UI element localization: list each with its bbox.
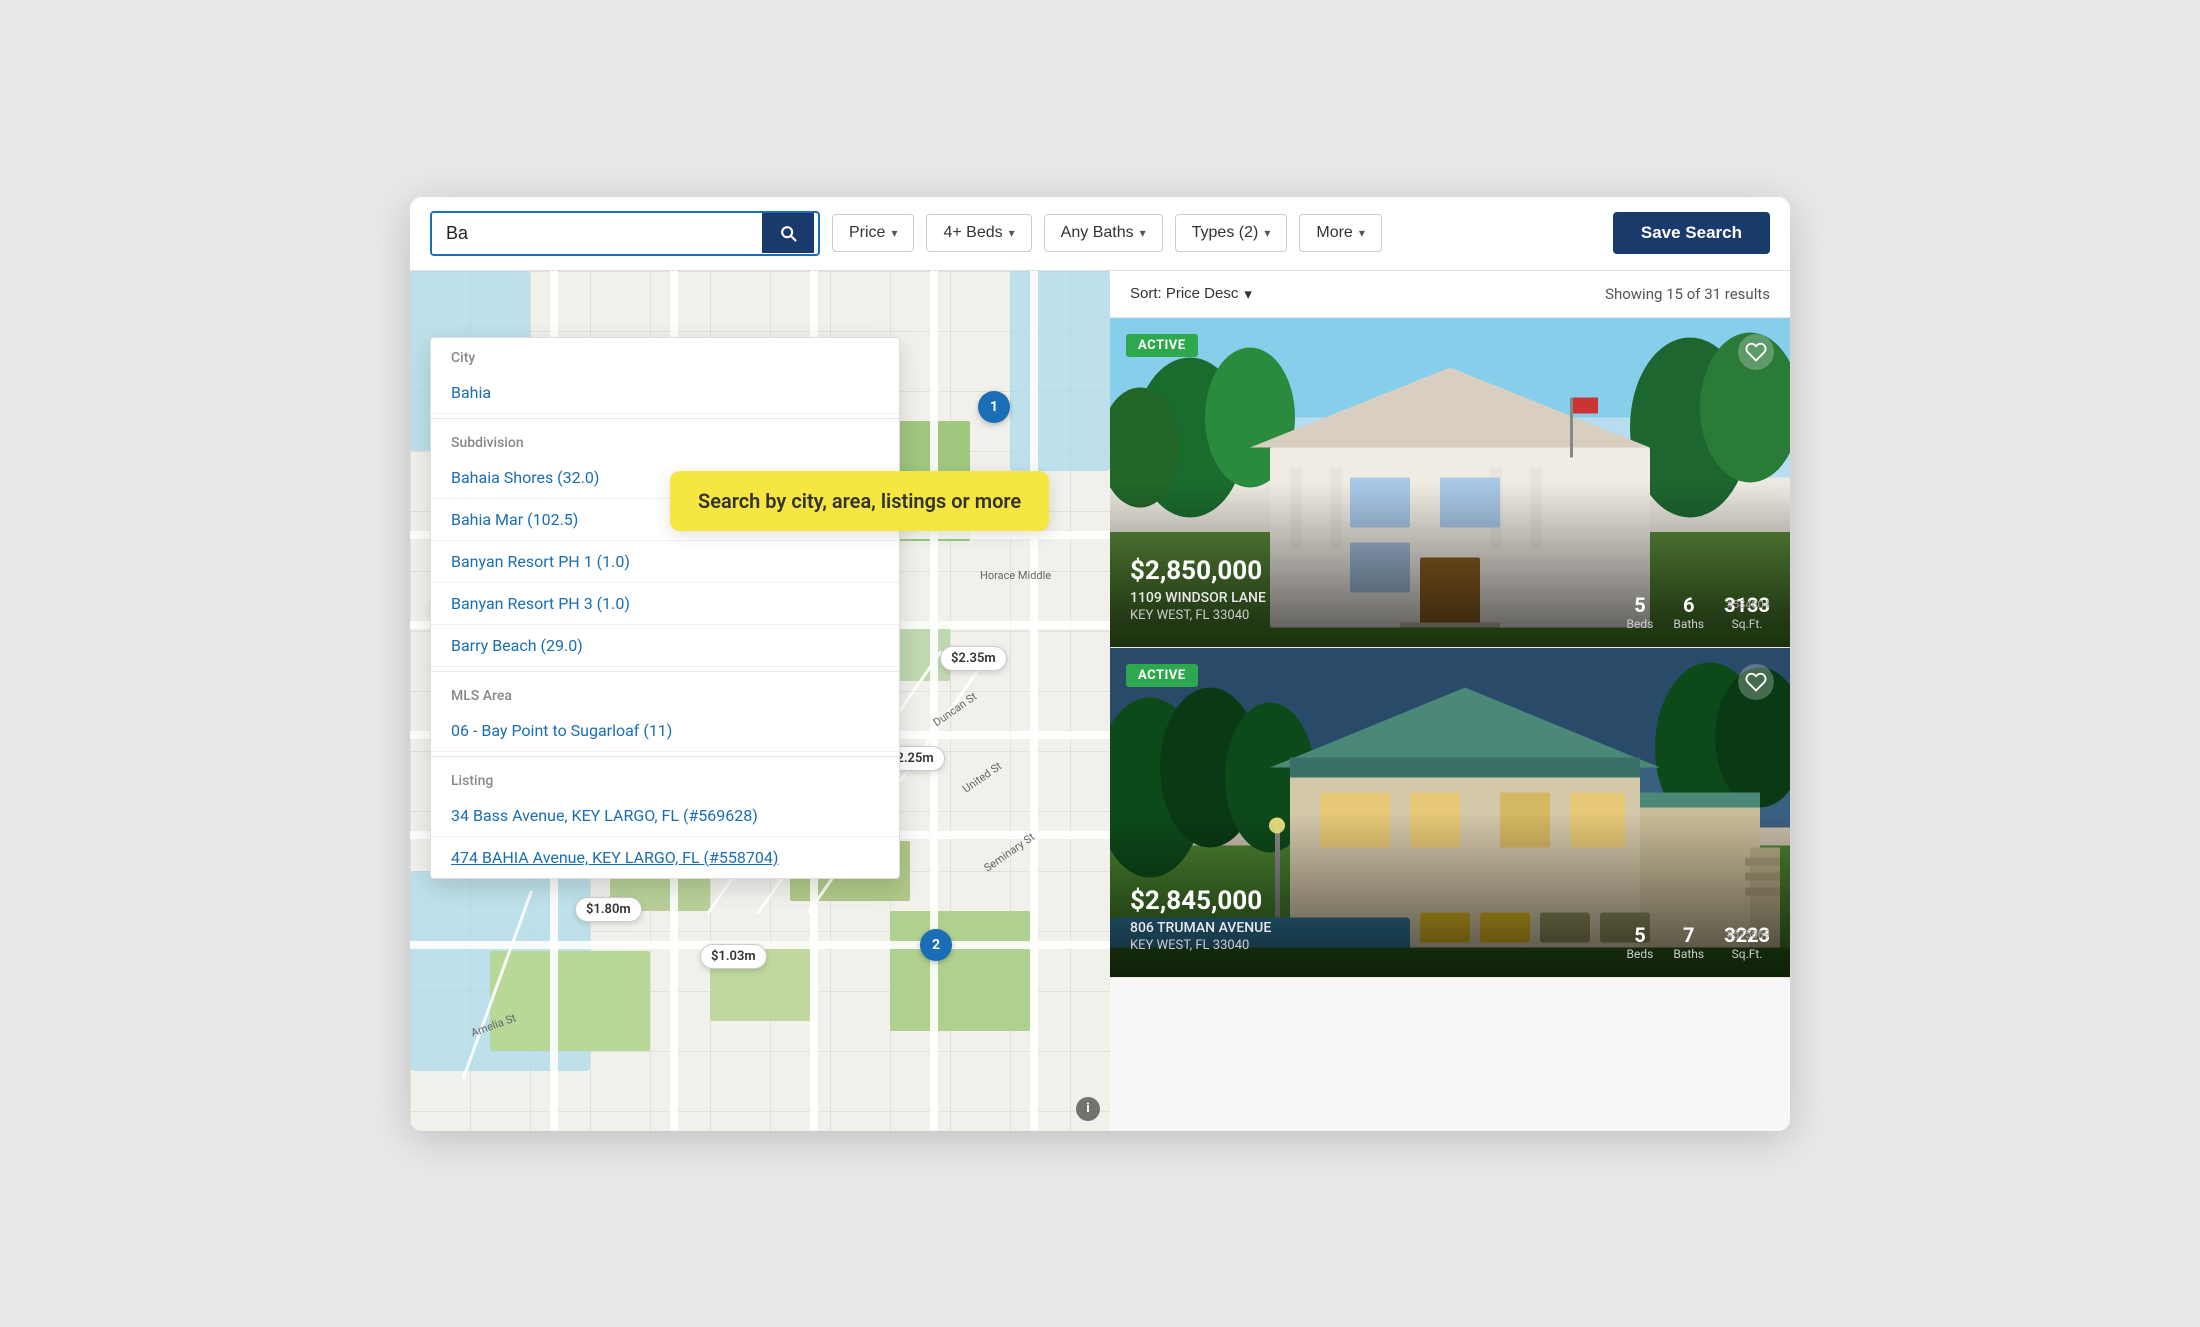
section-label-city: City xyxy=(431,338,899,372)
stat-beds-value-2: 5 xyxy=(1634,923,1645,947)
section-label-listing: Listing xyxy=(431,761,899,795)
stat-sqft-label-1: Sq.Ft. xyxy=(1732,617,1763,631)
baths-filter-button[interactable]: Any Baths ▾ xyxy=(1044,214,1163,252)
stat-beds-value-1: 5 xyxy=(1634,593,1645,617)
beds-chevron-icon: ▾ xyxy=(1009,226,1015,240)
listing-mls-2: #575869 xyxy=(1726,928,1770,941)
price-chevron-icon: ▾ xyxy=(891,226,897,240)
map-marker-1[interactable]: 1 xyxy=(978,391,1010,423)
stat-baths-label-1: Baths xyxy=(1673,617,1704,631)
listings-header: Sort: Price Desc ▾ Showing 15 of 31 resu… xyxy=(1110,271,1790,318)
listing-mls-1: #584804 xyxy=(1726,598,1770,611)
autocomplete-dropdown: City Bahia Subdivision Bahaia Shores (32… xyxy=(430,337,900,879)
heart-icon-2 xyxy=(1745,671,1767,693)
app-container: Price ▾ 4+ Beds ▾ Any Baths ▾ Types (2) … xyxy=(410,197,1790,1131)
dropdown-item-mls-area[interactable]: 06 - Bay Point to Sugarloaf (11) xyxy=(431,710,899,752)
main-content: $1.90m $2.35m $2.25m $1.60m $1.80m $1.03… xyxy=(410,271,1790,1131)
types-filter-label: Types (2) xyxy=(1192,224,1259,242)
section-label-mls-area: MLS Area xyxy=(431,676,899,710)
map-section[interactable]: $1.90m $2.35m $2.25m $1.60m $1.80m $1.03… xyxy=(410,271,1110,1131)
baths-chevron-icon: ▾ xyxy=(1140,226,1146,240)
stat-baths-value-2: 7 xyxy=(1683,923,1694,947)
listing-heart-2[interactable] xyxy=(1738,664,1774,700)
heart-icon-1 xyxy=(1745,341,1767,363)
stat-beds-1: 5 Beds xyxy=(1627,593,1654,631)
baths-filter-label: Any Baths xyxy=(1061,224,1134,242)
search-tooltip: Search by city, area, listings or more xyxy=(670,471,1049,531)
dropdown-item-banyan-ph3[interactable]: Banyan Resort PH 3 (1.0) xyxy=(431,583,899,625)
stat-baths-1: 6 Baths xyxy=(1673,593,1704,631)
more-filter-label: More xyxy=(1316,224,1352,242)
stat-baths-value-1: 6 xyxy=(1683,593,1694,617)
map-info-button[interactable]: i xyxy=(1076,1097,1100,1121)
beds-filter-button[interactable]: 4+ Beds ▾ xyxy=(926,214,1031,252)
search-box xyxy=(430,211,820,256)
stat-beds-label-1: Beds xyxy=(1627,617,1654,631)
listings-section: Sort: Price Desc ▾ Showing 15 of 31 resu… xyxy=(1110,271,1790,1131)
results-count: Showing 15 of 31 results xyxy=(1605,285,1770,303)
header: Price ▾ 4+ Beds ▾ Any Baths ▾ Types (2) … xyxy=(410,197,1790,271)
listing-badge-1: ACTIVE xyxy=(1126,334,1198,357)
more-chevron-icon: ▾ xyxy=(1359,226,1365,240)
map-price-2[interactable]: $2.35m xyxy=(940,646,1007,671)
stat-beds-2: 5 Beds xyxy=(1627,923,1654,961)
listing-heart-1[interactable] xyxy=(1738,334,1774,370)
types-filter-button[interactable]: Types (2) ▾ xyxy=(1175,214,1288,252)
stat-baths-2: 7 Baths xyxy=(1673,923,1704,961)
dropdown-item-bass-ave[interactable]: 34 Bass Avenue, KEY LARGO, FL (#569628) xyxy=(431,795,899,837)
price-filter-button[interactable]: Price ▾ xyxy=(832,214,914,252)
dropdown-item-bahia[interactable]: Bahia xyxy=(431,372,899,414)
listing-badge-2: ACTIVE xyxy=(1126,664,1198,687)
dropdown-item-banyan-ph1[interactable]: Banyan Resort PH 1 (1.0) xyxy=(431,541,899,583)
sort-chevron-icon: ▾ xyxy=(1244,285,1252,303)
stat-baths-label-2: Baths xyxy=(1673,947,1704,961)
dropdown-item-barry-beach[interactable]: Barry Beach (29.0) xyxy=(431,625,899,667)
listing-card-2[interactable]: ACTIVE $2,845,000 806 TRUMAN AVENUE KEY … xyxy=(1110,648,1790,978)
more-filter-button[interactable]: More ▾ xyxy=(1299,214,1381,252)
search-input[interactable] xyxy=(432,213,762,254)
price-filter-label: Price xyxy=(849,224,885,242)
map-marker-2[interactable]: 2 xyxy=(920,929,952,961)
sort-button[interactable]: Sort: Price Desc ▾ xyxy=(1130,285,1252,303)
map-price-6[interactable]: $1.03m xyxy=(700,944,767,969)
listing-price-2: $2,845,000 xyxy=(1130,886,1770,916)
save-search-button[interactable]: Save Search xyxy=(1613,212,1770,254)
section-label-subdivision: Subdivision xyxy=(431,423,899,457)
map-price-5[interactable]: $1.80m xyxy=(575,897,642,922)
dropdown-item-bahia-ave[interactable]: 474 BAHIA Avenue, KEY LARGO, FL (#558704… xyxy=(431,837,899,878)
sort-label: Sort: Price Desc xyxy=(1130,285,1238,302)
search-icon xyxy=(778,223,798,243)
stat-beds-label-2: Beds xyxy=(1627,947,1654,961)
street-horace: Horace Middle xyxy=(980,569,1051,582)
stat-sqft-label-2: Sq.Ft. xyxy=(1732,947,1763,961)
types-chevron-icon: ▾ xyxy=(1264,226,1270,240)
save-search-label: Save Search xyxy=(1641,223,1742,242)
listing-price-1: $2,850,000 xyxy=(1130,556,1770,586)
listing-card-1[interactable]: ACTIVE $2,850,000 1109 WINDSOR LANE KEY … xyxy=(1110,318,1790,648)
beds-filter-label: 4+ Beds xyxy=(943,224,1002,242)
search-button[interactable] xyxy=(762,213,814,253)
